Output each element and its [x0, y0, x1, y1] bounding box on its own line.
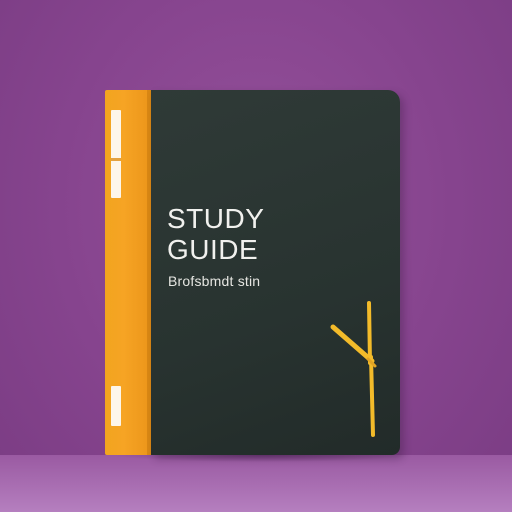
floor-surface	[0, 455, 512, 512]
book-title: STUDY GUIDE	[167, 203, 264, 265]
bookmark-tab-icon	[111, 110, 121, 198]
title-line-1: STUDY	[167, 203, 265, 234]
title-line-2: GUIDE	[167, 234, 259, 265]
study-guide-book: STUDY GUIDE Brofsbmdt stin	[105, 90, 400, 455]
clock-icon	[330, 301, 377, 437]
bookmark-tab-icon	[111, 386, 121, 426]
tab-divider	[111, 158, 121, 161]
book-subtitle: Brofsbmdt stin	[168, 273, 261, 289]
